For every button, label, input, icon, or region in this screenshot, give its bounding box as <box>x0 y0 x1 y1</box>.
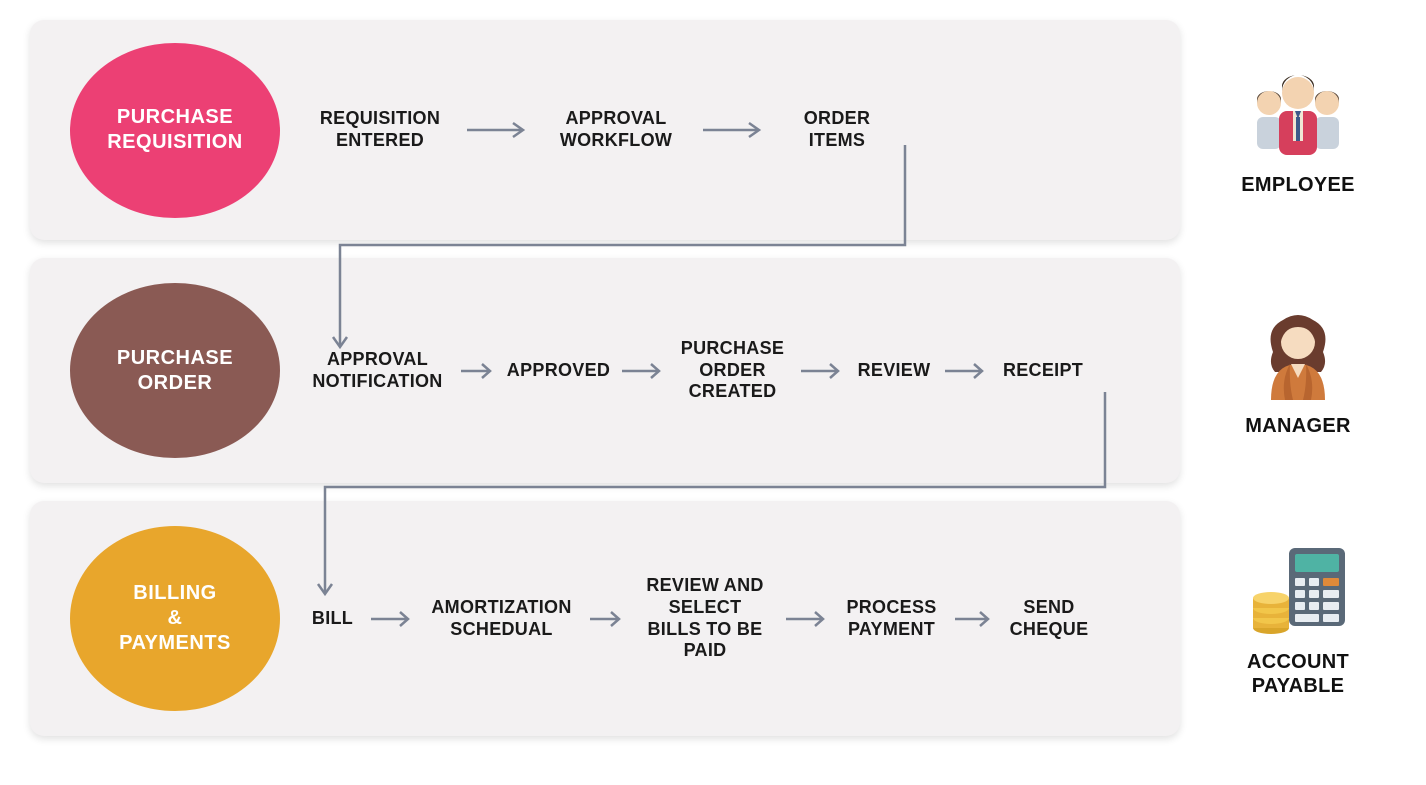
step-approval-workflow: APPROVAL WORKFLOW <box>541 108 691 151</box>
phase-circle-order: PURCHASE ORDER <box>70 283 280 458</box>
actor-manager: MANAGER <box>1180 304 1396 438</box>
actor-label: EMPLOYEE <box>1241 173 1355 197</box>
actor-label: MANAGER <box>1245 414 1350 438</box>
manager-icon <box>1243 304 1353 404</box>
step-requisition-entered: REQUISITION ENTERED <box>305 108 455 151</box>
arrow-icon <box>783 609 831 629</box>
phase-panel: PURCHASE REQUISITION REQUISITION ENTERED… <box>30 20 1180 240</box>
arrow-icon <box>699 120 769 140</box>
steps-order: APPROVAL NOTIFICATION APPROVED PURCHASE … <box>280 338 1180 403</box>
phase-title: BILLING & PAYMENTS <box>119 581 231 656</box>
employee-group-icon <box>1243 63 1353 163</box>
arrow-icon <box>952 609 996 629</box>
steps-billing: BILL AMORTIZATION SCHEDUAL REVIEW AND SE… <box>280 575 1180 661</box>
step-approved: APPROVED <box>506 360 611 382</box>
step-receipt: RECEIPT <box>998 360 1088 382</box>
arrow-icon <box>619 361 667 381</box>
steps-requisition: REQUISITION ENTERED APPROVAL WORKFLOW OR… <box>280 108 1180 151</box>
step-process-payment: PROCESS PAYMENT <box>839 597 944 640</box>
phase-panel: BILLING & PAYMENTS BILL AMORTIZATION SCH… <box>30 501 1180 736</box>
step-amortization: AMORTIZATION SCHEDUAL <box>424 597 579 640</box>
arrow-icon <box>798 361 846 381</box>
arrow-icon <box>458 361 498 381</box>
actor-employee: EMPLOYEE <box>1180 63 1396 197</box>
phase-circle-requisition: PURCHASE REQUISITION <box>70 43 280 218</box>
actor-label: ACCOUNT PAYABLE <box>1247 650 1349 698</box>
step-send-cheque: SEND CHEQUE <box>1004 597 1094 640</box>
calculator-coins-icon <box>1243 540 1353 640</box>
arrow-icon <box>942 361 990 381</box>
arrow-icon <box>463 120 533 140</box>
arrow-icon <box>587 609 627 629</box>
phase-circle-billing: BILLING & PAYMENTS <box>70 526 280 711</box>
step-review-bills: REVIEW AND SELECT BILLS TO BE PAID <box>635 575 775 661</box>
phase-panel: PURCHASE ORDER APPROVAL NOTIFICATION APP… <box>30 258 1180 483</box>
phase-title: PURCHASE ORDER <box>117 346 233 396</box>
actor-account-payable: ACCOUNT PAYABLE <box>1180 540 1396 698</box>
phase-row-billing: BILLING & PAYMENTS BILL AMORTIZATION SCH… <box>30 501 1396 736</box>
step-po-created: PURCHASE ORDER CREATED <box>675 338 790 403</box>
phase-title: PURCHASE REQUISITION <box>107 105 243 155</box>
arrow-icon <box>368 609 416 629</box>
phase-row-requisition: PURCHASE REQUISITION REQUISITION ENTERED… <box>30 20 1396 240</box>
step-approval-notification: APPROVAL NOTIFICATION <box>305 349 450 392</box>
step-bill: BILL <box>305 608 360 630</box>
step-order-items: ORDER ITEMS <box>777 108 897 151</box>
step-review: REVIEW <box>854 360 934 382</box>
phase-row-order: PURCHASE ORDER APPROVAL NOTIFICATION APP… <box>30 258 1396 483</box>
